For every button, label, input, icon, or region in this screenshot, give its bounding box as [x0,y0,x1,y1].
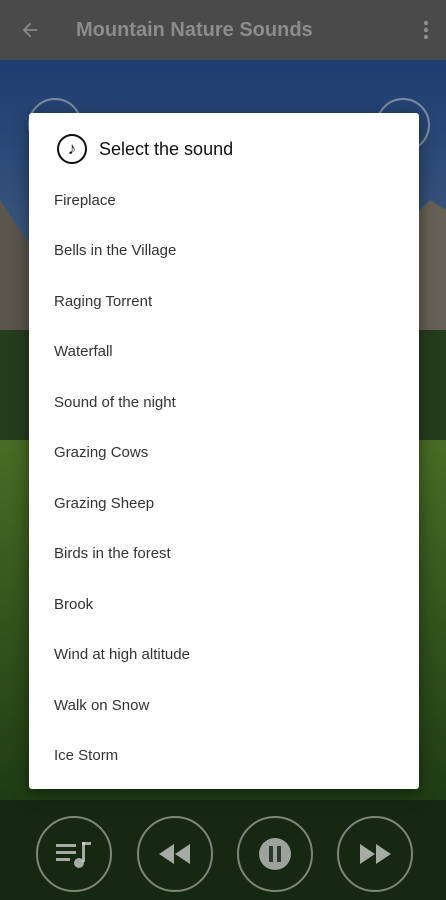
sound-item-birds-in-the-forest[interactable]: Birds in the forest [29,529,419,580]
fast-forward-icon [360,844,391,864]
pause-icon [259,838,291,870]
playlist-music-icon [56,842,91,868]
playlist-button[interactable] [36,816,112,892]
sound-list: Fireplace Bells in the Village Raging To… [29,175,419,781]
sound-item-brook[interactable]: Brook [29,579,419,630]
pause-button[interactable] [237,816,313,892]
rewind-button[interactable] [137,816,213,892]
fast-forward-button[interactable] [337,816,413,892]
player-controls [0,815,446,895]
sound-item-grazing-cows[interactable]: Grazing Cows [29,428,419,479]
sound-item-ice-storm[interactable]: Ice Storm [29,731,419,782]
arrow-left-icon [22,22,38,38]
sound-item-grazing-sheep[interactable]: Grazing Sheep [29,478,419,529]
more-options-button[interactable] [406,0,446,60]
sound-item-waterfall[interactable]: Waterfall [29,327,419,378]
sound-item-walk-on-snow[interactable]: Walk on Snow [29,680,419,731]
back-button[interactable] [0,0,60,60]
sound-item-fireplace[interactable]: Fireplace [29,175,419,226]
dialog-title: Select the sound [99,138,234,159]
rewind-icon [159,844,190,864]
dialog-header: ♪ Select the sound [57,133,233,165]
select-sound-dialog: ♪ Select the sound Fireplace Bells in th… [29,113,419,789]
app-bar: Mountain Nature Sounds [0,0,446,60]
sound-item-sound-of-the-night[interactable]: Sound of the night [29,377,419,428]
more-vert-icon [423,20,429,40]
sound-item-bells-in-the-village[interactable]: Bells in the Village [29,226,419,277]
music-note-icon: ♪ [57,134,87,164]
sound-item-wind-at-high-altitude[interactable]: Wind at high altitude [29,630,419,681]
sound-item-raging-torrent[interactable]: Raging Torrent [29,276,419,327]
app-title: Mountain Nature Sounds [76,18,313,41]
